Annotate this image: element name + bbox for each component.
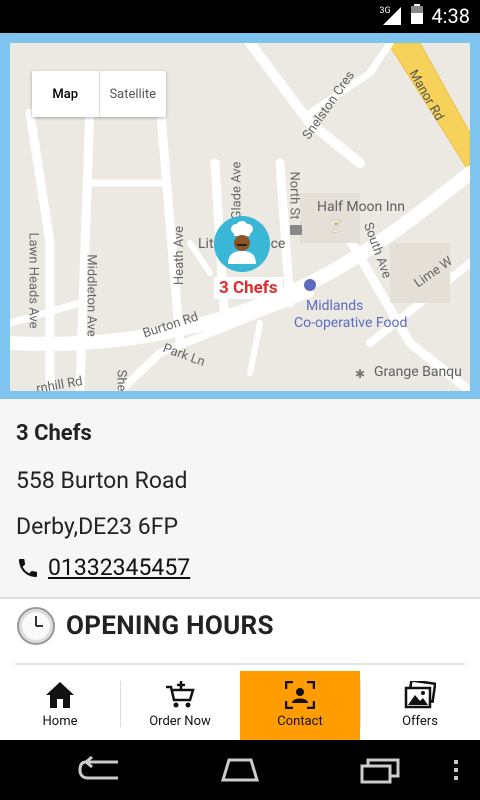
chef-icon [228,221,256,264]
nav-order-now-label: Order Now [149,714,211,729]
app-content: Snelston Cres Manor Rd Lawn Heads Ave Mi… [0,33,480,740]
bottom-navigation: Home Order Now Contact Offers [0,671,480,740]
signal-icon: 3G [379,6,403,26]
map-button[interactable]: Map [32,71,100,117]
nav-separator [360,681,361,727]
post-office-icon [290,225,302,235]
clock-time: 4:38 [431,4,470,28]
nav-home[interactable]: Home [0,671,120,740]
street-label: Heath Ave [172,225,188,286]
street-label: Glade Ave [229,161,245,220]
status-bar: 3G 4:38 [0,0,480,33]
bar-icon: 🍸 [328,219,343,233]
phone-link[interactable]: 01332345457 [48,554,190,581]
phone-icon [19,558,37,577]
landmark-icon: ✱ [355,367,366,381]
opening-hours-title: OPENING HOURS [66,611,274,641]
recent-apps-icon[interactable] [360,756,404,784]
clock-icon [17,607,55,645]
place-label: Half Moon Inn [317,199,406,215]
address-line-2: Derby,DE23 6FP [16,513,178,540]
address-line-1: 558 Burton Road [16,467,188,494]
restaurant-info: 3 Chefs 558 Burton Road Derby,DE23 6FP 0… [0,399,480,599]
nav-order-now[interactable]: Order Now [120,671,240,740]
street-label: North St [286,171,302,220]
gallery-icon [404,681,436,709]
place-label: Co-operative Food [294,315,408,331]
chef-marker[interactable] [214,216,270,272]
network-type: 3G [379,6,391,16]
phone-row[interactable]: 01332345457 [16,554,190,581]
nav-contact[interactable]: Contact [240,671,360,740]
opening-hours-section[interactable]: OPENING HOURS [0,599,480,669]
map-view[interactable]: Snelston Cres Manor Rd Lawn Heads Ave Mi… [10,43,470,391]
restaurant-name: 3 Chefs [16,421,92,446]
cart-icon [166,681,195,708]
place-label: Grange Banqu [374,364,462,380]
system-navigation-bar [0,740,480,800]
nav-offers-label: Offers [402,714,438,729]
nav-separator [120,681,121,727]
street-label: Middleton Ave [83,254,99,337]
contact-icon [285,681,315,709]
street-label: Lawn Heads Ave [25,232,41,329]
satellite-button[interactable]: Satellite [100,71,167,117]
marker-label: 3 Chefs [214,277,283,299]
home-nav-icon[interactable] [215,756,265,784]
shopping-icon [304,279,316,291]
nav-home-label: Home [42,714,78,729]
back-icon[interactable] [78,756,122,784]
nav-contact-label: Contact [277,714,323,729]
home-icon [46,682,74,708]
map-type-toggle: Map Satellite [32,71,166,117]
map-frame: Snelston Cres Manor Rd Lawn Heads Ave Mi… [0,33,480,399]
battery-icon [411,4,424,28]
place-label: Midlands [306,298,364,314]
menu-icon[interactable] [454,760,460,782]
street-label: She [113,369,129,391]
nav-offers[interactable]: Offers [360,671,480,740]
hours-divider [15,663,465,665]
